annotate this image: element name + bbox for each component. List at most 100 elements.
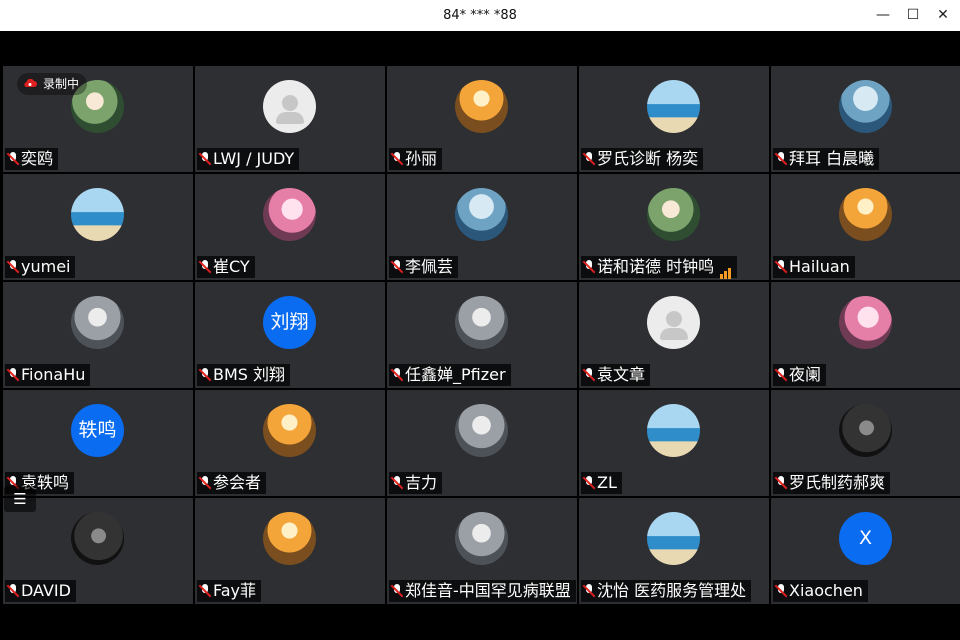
participant-name: 拜耳 白晨曦 xyxy=(789,149,875,168)
participant-name-tag: 孙丽 xyxy=(389,148,443,170)
participant-name-tag: FionaHu xyxy=(5,364,91,386)
mic-muted-icon xyxy=(198,260,212,274)
participant-name-tag: yumei xyxy=(5,256,76,278)
participant-tile[interactable]: 袁文章 xyxy=(579,282,769,388)
participant-name: 郑佳音-中国罕见病联盟 xyxy=(405,581,571,600)
participant-name: 崔CY xyxy=(213,257,250,276)
participant-name: 沈怡 医药服务管理处 xyxy=(597,581,747,600)
mic-muted-icon xyxy=(6,152,20,166)
participant-tile[interactable]: Hailuan xyxy=(771,174,960,280)
participant-tile[interactable]: 崔CY xyxy=(195,174,385,280)
signal-strength-icon xyxy=(720,257,732,279)
participant-tile[interactable]: 吉力 xyxy=(387,390,577,496)
participant-tile[interactable]: Fay菲 xyxy=(195,498,385,604)
maximize-button[interactable]: ☐ xyxy=(896,0,930,31)
mic-muted-icon xyxy=(6,368,20,382)
avatar xyxy=(839,80,892,133)
default-avatar-body xyxy=(276,112,304,124)
participant-name-tag: DAVID xyxy=(5,580,76,602)
default-avatar-head xyxy=(666,311,682,327)
participant-name-tag: 奕鸥 xyxy=(5,148,59,170)
avatar xyxy=(263,404,316,457)
mic-muted-icon xyxy=(390,476,404,490)
list-menu-icon[interactable]: ☰ xyxy=(4,486,36,512)
participant-tile[interactable]: 夜阑 xyxy=(771,282,960,388)
participant-tile[interactable]: LWJ / JUDY xyxy=(195,66,385,172)
participant-name-tag: 拜耳 白晨曦 xyxy=(773,148,880,170)
participant-name-tag: 郑佳音-中国罕见病联盟 xyxy=(389,580,576,602)
participant-tile[interactable]: 轶鸣 袁轶鸣 xyxy=(3,390,193,496)
title-bar: 84* *** *88 — ☐ ✕ xyxy=(0,0,960,31)
participant-name: 夜阑 xyxy=(789,365,822,384)
mic-muted-icon xyxy=(198,152,212,166)
avatar xyxy=(455,512,508,565)
avatar xyxy=(455,296,508,349)
top-toolbar xyxy=(0,31,960,66)
participant-name: 诺和诺德 时钟鸣 xyxy=(597,257,715,276)
participant-tile[interactable]: 拜耳 白晨曦 xyxy=(771,66,960,172)
mic-muted-icon xyxy=(390,152,404,166)
avatar xyxy=(71,512,124,565)
mic-muted-icon xyxy=(198,476,212,490)
participant-name-tag: Fay菲 xyxy=(197,580,262,602)
participant-name-tag: Xiaochen xyxy=(773,580,868,602)
participant-name: 袁文章 xyxy=(597,365,646,384)
mic-muted-icon xyxy=(198,584,212,598)
avatar xyxy=(839,296,892,349)
avatar xyxy=(647,404,700,457)
participant-name: LWJ / JUDY xyxy=(213,149,295,168)
participant-name: BMS 刘翔 xyxy=(213,365,286,384)
avatar xyxy=(647,188,700,241)
participant-name: Fay菲 xyxy=(213,581,257,600)
mic-muted-icon xyxy=(582,260,596,274)
avatar xyxy=(263,80,316,133)
avatar xyxy=(263,512,316,565)
participant-tile[interactable]: FionaHu xyxy=(3,282,193,388)
avatar: X xyxy=(839,512,892,565)
mic-muted-icon xyxy=(774,584,788,598)
avatar xyxy=(455,188,508,241)
participant-name-tag: BMS 刘翔 xyxy=(197,364,291,386)
avatar xyxy=(647,512,700,565)
participant-tile[interactable]: ZL xyxy=(579,390,769,496)
bottom-toolbar xyxy=(0,604,960,640)
mic-muted-icon xyxy=(774,152,788,166)
participant-tile[interactable]: 罗氏诊断 杨奕 xyxy=(579,66,769,172)
mic-muted-icon xyxy=(774,260,788,274)
participant-name-tag: 任鑫婵_Pfizer xyxy=(389,364,511,386)
participant-tile[interactable]: yumei xyxy=(3,174,193,280)
participant-name: Xiaochen xyxy=(789,581,863,600)
mic-muted-icon xyxy=(6,260,20,274)
participant-tile[interactable]: 郑佳音-中国罕见病联盟 xyxy=(387,498,577,604)
mic-muted-icon xyxy=(582,476,596,490)
participant-name-tag: 参会者 xyxy=(197,472,267,494)
participant-name-tag: 夜阑 xyxy=(773,364,827,386)
participant-tile[interactable]: DAVID xyxy=(3,498,193,604)
participant-name-tag: 吉力 xyxy=(389,472,443,494)
participant-tile[interactable]: 孙丽 xyxy=(387,66,577,172)
minimize-button[interactable]: — xyxy=(866,0,900,31)
participant-name-tag: ZL xyxy=(581,472,622,494)
participant-tile[interactable]: 刘翔 BMS 刘翔 xyxy=(195,282,385,388)
participant-name: 吉力 xyxy=(405,473,438,492)
recording-indicator: 录制中 xyxy=(17,73,88,95)
participant-tile[interactable]: 罗氏制药郝爽 xyxy=(771,390,960,496)
participant-name-tag: LWJ / JUDY xyxy=(197,148,300,170)
participant-name-tag: 袁文章 xyxy=(581,364,651,386)
participant-name-tag: Hailuan xyxy=(773,256,855,278)
participant-name-tag: 沈怡 医药服务管理处 xyxy=(581,580,752,602)
avatar xyxy=(647,80,700,133)
close-button[interactable]: ✕ xyxy=(926,0,960,31)
participant-tile[interactable]: X Xiaochen xyxy=(771,498,960,604)
participant-name-tag: 崔CY xyxy=(197,256,255,278)
participant-tile[interactable]: 沈怡 医药服务管理处 xyxy=(579,498,769,604)
participant-tile[interactable]: 诺和诺德 时钟鸣 xyxy=(579,174,769,280)
avatar xyxy=(839,404,892,457)
recording-label: 录制中 xyxy=(43,77,80,91)
participant-name: yumei xyxy=(21,257,71,276)
avatar xyxy=(71,296,124,349)
participant-name: DAVID xyxy=(21,581,71,600)
participant-tile[interactable]: 李佩芸 xyxy=(387,174,577,280)
participant-tile[interactable]: 任鑫婵_Pfizer xyxy=(387,282,577,388)
participant-tile[interactable]: 参会者 xyxy=(195,390,385,496)
